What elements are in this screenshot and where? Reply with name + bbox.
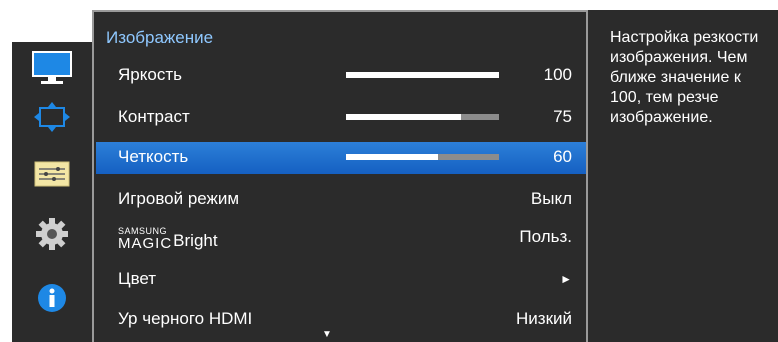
menu-item-value: 100: [543, 65, 572, 84]
menu-item-value: Польз.: [519, 227, 572, 246]
menu-item-label: Ур черного HDMI: [118, 309, 253, 328]
scroll-down-icon[interactable]: ▼: [322, 329, 332, 340]
menu-item-sharpness[interactable]: Четкость 60: [96, 142, 586, 174]
brightness-slider[interactable]: [346, 72, 499, 78]
menu-item-game-mode[interactable]: Игровой режим Выкл: [96, 184, 586, 216]
sidebar-item-settings-sliders[interactable]: [12, 150, 92, 198]
menu-item-value: Выкл: [530, 189, 572, 208]
contrast-slider[interactable]: [346, 114, 499, 120]
menu-item-hdmi-black-level[interactable]: Ур черного HDMI Низкий: [96, 304, 586, 336]
settings-sliders-icon: [34, 161, 70, 187]
sharpness-slider-fill: [346, 154, 438, 160]
menu-item-value: 60: [553, 147, 572, 166]
sharpness-slider[interactable]: [346, 154, 499, 160]
brightness-slider-fill: [346, 72, 499, 78]
menu-item-brightness[interactable]: Яркость 100: [96, 60, 586, 92]
monitor-picture-icon: [32, 51, 72, 84]
help-text: Настройка резкости изображения. Чем ближ…: [610, 29, 759, 126]
info-icon: [38, 284, 66, 312]
menu-item-label: Яркость: [118, 65, 182, 84]
chevron-right-icon: ►: [560, 272, 572, 286]
screen-size-icon: [34, 102, 70, 132]
menu-item-label: Игровой режим: [118, 189, 240, 208]
sidebar-item-screen[interactable]: [12, 94, 92, 142]
picture-menu-panel: Изображение Яркость 100 Контраст 75 Четк…: [92, 10, 588, 342]
help-panel: Настройка резкости изображения. Чем ближ…: [588, 10, 778, 342]
sidebar-item-system[interactable]: [12, 210, 92, 258]
sidebar-item-picture[interactable]: [12, 44, 92, 92]
menu-item-label: SAMSUNG MAGIC Bright: [118, 227, 218, 252]
magic-brand-big: MAGIC: [118, 235, 173, 252]
menu-item-label: Цвет: [118, 269, 157, 288]
magic-bright-logo: SAMSUNG MAGIC: [118, 227, 173, 252]
menu-item-magic-bright[interactable]: SAMSUNG MAGIC Bright Польз.: [96, 222, 586, 254]
magic-bright-label: Bright: [173, 231, 218, 250]
sidebar: [12, 42, 92, 342]
menu-item-contrast[interactable]: Контраст 75: [96, 102, 586, 134]
gear-icon: [36, 218, 68, 250]
contrast-slider-fill: [346, 114, 461, 120]
menu-item-value: 75: [553, 107, 572, 126]
menu-item-label: Четкость: [118, 147, 189, 166]
menu-item-color[interactable]: Цвет ►: [96, 264, 586, 296]
menu-title: Изображение: [106, 28, 214, 47]
menu-item-label: Контраст: [118, 107, 190, 126]
osd-menu: Изображение Яркость 100 Контраст 75 Четк…: [0, 0, 778, 342]
sidebar-item-info[interactable]: [12, 274, 92, 322]
menu-item-value: Низкий: [516, 309, 572, 328]
